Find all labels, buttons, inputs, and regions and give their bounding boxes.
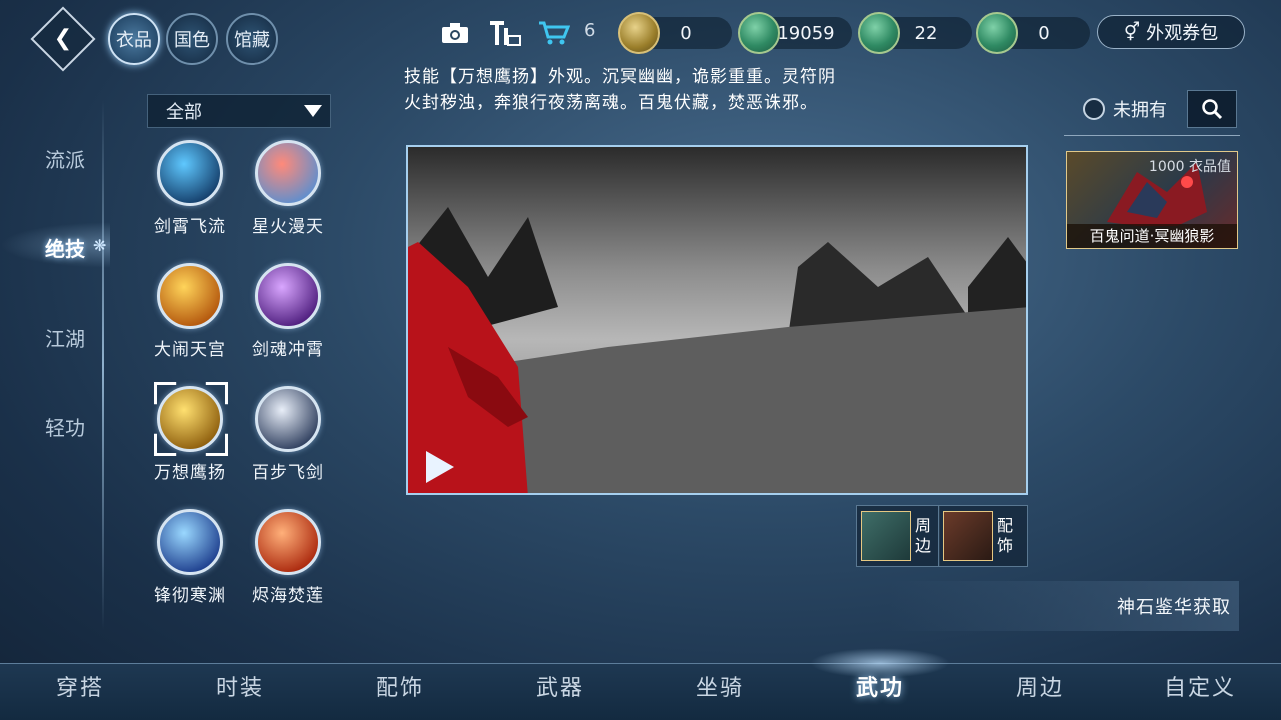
- skill-item[interactable]: 剑魂冲霄: [238, 263, 338, 360]
- skill-label: 星火漫天: [252, 217, 324, 237]
- skill-icon: [255, 509, 321, 575]
- jade-coin-icon[interactable]: [738, 12, 780, 54]
- skill-item[interactable]: 星火漫天: [238, 140, 338, 237]
- item-name: 百鬼问道·冥幽狼影: [1067, 224, 1237, 248]
- acquisition-source[interactable]: 神石鉴华获取: [890, 581, 1239, 631]
- cart-count: 6: [584, 20, 596, 41]
- back-button[interactable]: ❮: [30, 6, 96, 72]
- camera-icon[interactable]: [438, 18, 472, 48]
- voucher-label: 外观券包: [1146, 23, 1219, 44]
- sidebar-item-liupai[interactable]: 流派: [30, 144, 100, 173]
- preview-scene: [408, 147, 1026, 493]
- related-item-peishi[interactable]: 配饰: [938, 505, 1028, 567]
- skill-icon: [255, 263, 321, 329]
- related-label: 周边: [915, 516, 932, 555]
- skill-label: 百步飞剑: [252, 463, 324, 483]
- skill-item[interactable]: 百步飞剑: [238, 386, 338, 483]
- sidebar-item-jianghu[interactable]: 江湖: [30, 323, 100, 352]
- right-divider: [1064, 135, 1240, 136]
- shop-station-icon[interactable]: [488, 18, 522, 48]
- tab-guancang[interactable]: 馆藏: [226, 13, 278, 65]
- tab-wugong[interactable]: 武功: [820, 670, 940, 702]
- radio-icon[interactable]: [1083, 98, 1105, 120]
- not-owned-filter[interactable]: 未拥有: [1083, 96, 1167, 122]
- skill-label: 剑霄飞流: [154, 217, 226, 237]
- item-value: 1000 衣品值: [1148, 159, 1231, 175]
- accessory-thumbnail: [943, 511, 993, 561]
- currency-value: 19059: [777, 22, 835, 44]
- skill-label: 锋彻寒渊: [154, 586, 226, 606]
- tab-wuqi[interactable]: 武器: [500, 670, 620, 702]
- gold-coin-icon[interactable]: [618, 12, 660, 54]
- currency-value: 0: [680, 22, 692, 44]
- back-arrow-icon: ❮: [53, 26, 73, 51]
- currency-value: 22: [914, 22, 938, 44]
- skill-label: 剑魂冲霄: [252, 340, 324, 360]
- tab-peishi[interactable]: 配饰: [340, 670, 460, 702]
- voucher-bag-button[interactable]: ⚥ 外观券包: [1097, 15, 1245, 49]
- related-item-zhoubian[interactable]: 周边: [856, 505, 940, 567]
- filter-dropdown[interactable]: 全部: [147, 94, 331, 128]
- search-icon: [1202, 99, 1223, 120]
- gender-swap-icon: ⚥: [1123, 21, 1141, 43]
- chevron-down-icon: [304, 105, 322, 117]
- skill-item[interactable]: 烬海焚莲: [238, 509, 338, 606]
- tab-label: 馆藏: [234, 30, 270, 51]
- tab-zuoqi[interactable]: 坐骑: [660, 670, 780, 702]
- active-marker-icon: ❋: [93, 236, 107, 255]
- skill-icon: [157, 140, 223, 206]
- tab-label: 衣品: [116, 30, 152, 51]
- currency-value: 0: [1038, 22, 1050, 44]
- skill-icon: [157, 263, 223, 329]
- tab-shizhuang[interactable]: 时装: [180, 670, 300, 702]
- jade-ticket-icon[interactable]: [976, 12, 1018, 54]
- jade-token-icon[interactable]: [858, 12, 900, 54]
- skill-icon: [157, 386, 223, 452]
- tab-label: 国色: [174, 30, 210, 51]
- play-icon[interactable]: [426, 451, 454, 483]
- search-button[interactable]: [1187, 90, 1237, 128]
- sidebar-divider: [102, 100, 104, 630]
- tab-zhoubian[interactable]: 周边: [980, 670, 1100, 702]
- tab-yipin[interactable]: 衣品: [108, 13, 160, 65]
- skill-item[interactable]: 大闹天宫: [140, 263, 240, 360]
- skill-label: 大闹天宫: [154, 340, 226, 360]
- tab-guose[interactable]: 国色: [166, 13, 218, 65]
- filter-selected: 全部: [166, 102, 202, 123]
- skill-icon: [255, 386, 321, 452]
- sidebar-item-jueji[interactable]: 绝技: [30, 233, 100, 262]
- owned-item-card[interactable]: 1000 衣品值 百鬼问道·冥幽狼影: [1066, 151, 1238, 249]
- skill-label: 烬海焚莲: [252, 586, 324, 606]
- skill-description: 技能【万想鹰扬】外观。沉冥幽幽，诡影重重。灵符阴火封秽浊，奔狼行夜荡离魂。百鬼伏…: [404, 67, 836, 113]
- skill-item[interactable]: 锋彻寒渊: [140, 509, 240, 606]
- skill-label: 万想鹰扬: [154, 463, 226, 483]
- tab-chuanda[interactable]: 穿搭: [20, 670, 140, 702]
- skill-preview-video[interactable]: [406, 145, 1028, 495]
- tab-zidingyi[interactable]: 自定义: [1140, 670, 1260, 702]
- skill-icon: [255, 140, 321, 206]
- sidebar-item-qinggong[interactable]: 轻功: [30, 412, 100, 441]
- not-owned-label: 未拥有: [1113, 100, 1167, 121]
- cart-icon[interactable]: [537, 18, 571, 48]
- skill-icon: [157, 509, 223, 575]
- skill-item-selected[interactable]: 万想鹰扬: [140, 382, 240, 483]
- related-label: 配饰: [997, 516, 1014, 555]
- skill-item[interactable]: 剑霄飞流: [140, 140, 240, 237]
- peripheral-thumbnail: [861, 511, 911, 561]
